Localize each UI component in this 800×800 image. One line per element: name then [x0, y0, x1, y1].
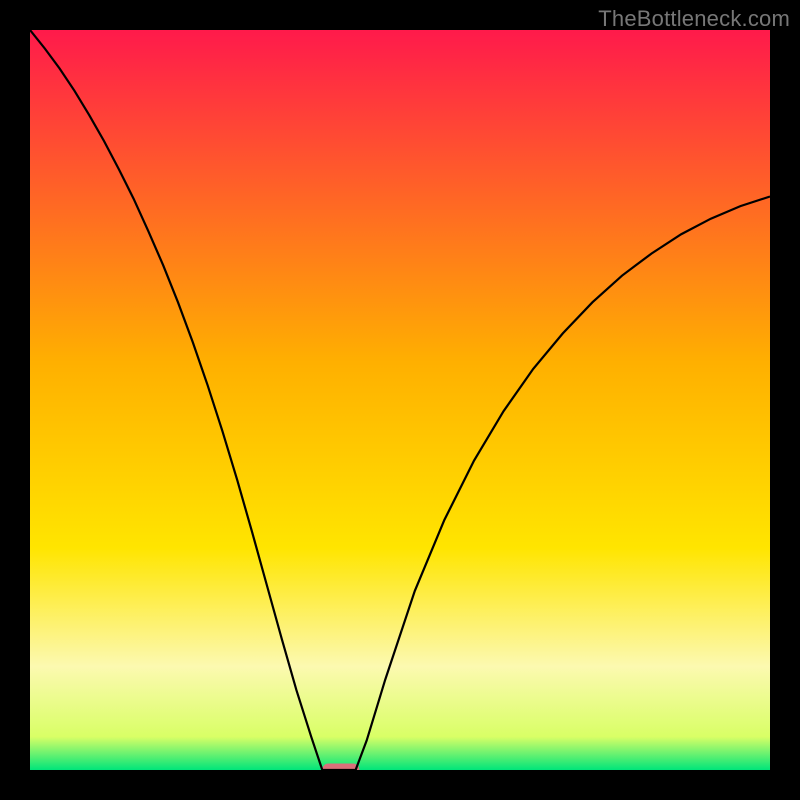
chart-frame [30, 30, 770, 770]
chart-background [30, 30, 770, 770]
watermark-text: TheBottleneck.com [598, 6, 790, 32]
chart-svg [30, 30, 770, 770]
